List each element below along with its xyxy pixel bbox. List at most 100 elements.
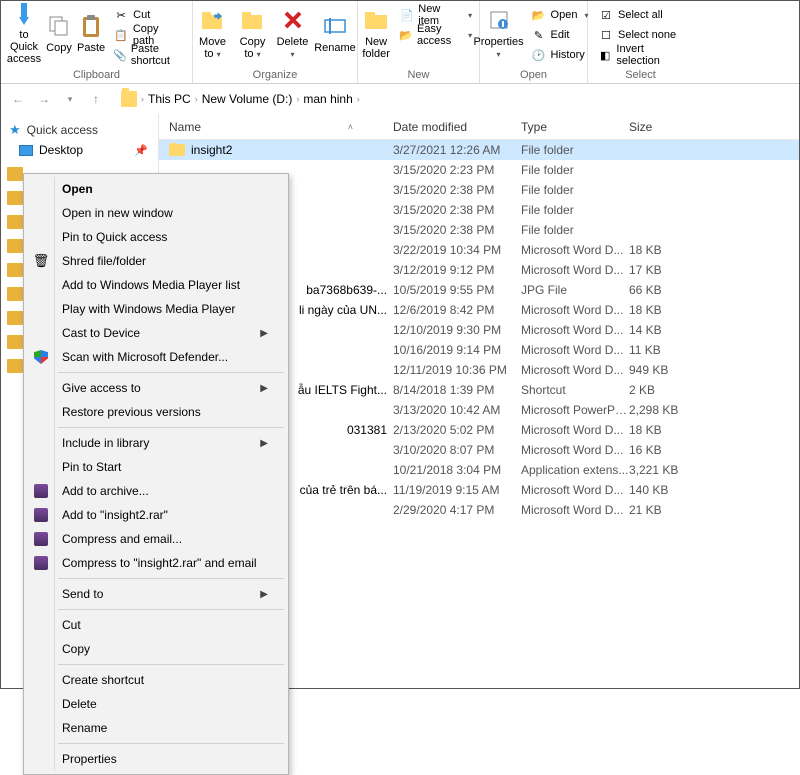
rar-icon xyxy=(32,482,50,500)
breadcrumb[interactable]: › This PC › New Volume (D:) › man hinh › xyxy=(121,91,360,107)
chevron-right-icon[interactable]: › xyxy=(296,94,299,104)
sidebar-stub[interactable] xyxy=(7,287,23,301)
cut-button[interactable]: ✂Cut xyxy=(109,5,186,25)
row-size: 140 KB xyxy=(629,483,729,497)
context-menu-item[interactable]: Send to▶ xyxy=(26,582,286,606)
sidebar-stub[interactable] xyxy=(7,191,23,205)
row-type: Application extens... xyxy=(521,463,629,477)
delete-button[interactable]: Delete ▾ xyxy=(273,3,313,63)
quick-access-header[interactable]: ★ Quick access xyxy=(1,120,158,140)
chevron-right-icon[interactable]: › xyxy=(141,94,144,104)
row-size: 18 KB xyxy=(629,243,729,257)
back-button[interactable]: ← xyxy=(7,88,29,110)
row-date: 3/27/2021 12:26 AM xyxy=(393,143,521,157)
context-menu-item[interactable]: 🗑Shred file/folder xyxy=(26,249,286,273)
sidebar-stub[interactable] xyxy=(7,311,23,325)
copy-path-button[interactable]: 📋Copy path xyxy=(109,25,186,45)
context-menu: OpenOpen in new windowPin to Quick acces… xyxy=(23,173,289,775)
select-none-button[interactable]: ☐Select none xyxy=(594,25,687,45)
new-item-icon: 📄 xyxy=(399,7,414,23)
context-menu-item[interactable]: Rename xyxy=(26,716,286,740)
context-menu-item[interactable]: Scan with Microsoft Defender... xyxy=(26,345,286,369)
context-menu-item[interactable]: Copy xyxy=(26,637,286,661)
recent-button[interactable]: ▾ xyxy=(59,88,81,110)
breadcrumb-folder[interactable]: man hinh xyxy=(303,92,352,106)
easy-access-button[interactable]: 📂Easy access▾ xyxy=(395,25,476,45)
chevron-right-icon[interactable]: › xyxy=(195,94,198,104)
context-menu-item[interactable]: Pin to Quick access xyxy=(26,225,286,249)
context-menu-item[interactable]: Cast to Device▶ xyxy=(26,321,286,345)
organize-group-label: Organize xyxy=(253,67,298,83)
sidebar-stub[interactable] xyxy=(7,239,23,253)
breadcrumb-volume[interactable]: New Volume (D:) xyxy=(202,92,293,106)
rename-button[interactable]: Rename xyxy=(313,3,358,63)
context-menu-item[interactable]: Properties xyxy=(26,747,286,771)
context-menu-label: Play with Windows Media Player xyxy=(62,302,235,316)
context-menu-item[interactable]: Compress and email... xyxy=(26,527,286,551)
paste-button[interactable]: Paste xyxy=(75,3,107,63)
pin-quick-button[interactable]: to Quick access xyxy=(5,3,43,63)
move-to-label: Move to xyxy=(199,36,226,60)
move-to-button[interactable]: Move to ▾ xyxy=(193,3,233,63)
row-type: JPG File xyxy=(521,283,629,297)
context-menu-item[interactable]: Play with Windows Media Player xyxy=(26,297,286,321)
delete-label: Delete xyxy=(277,36,309,48)
select-all-button[interactable]: ☑Select all xyxy=(594,5,687,25)
forward-button[interactable]: → xyxy=(33,88,55,110)
cut-label: Cut xyxy=(133,9,150,21)
rar-icon xyxy=(32,554,50,572)
column-size[interactable]: Size xyxy=(629,120,729,134)
row-size: 2,298 KB xyxy=(629,403,729,417)
context-menu-label: Rename xyxy=(62,721,107,735)
row-date: 8/14/2018 1:39 PM xyxy=(393,383,521,397)
context-menu-item[interactable]: Add to Windows Media Player list xyxy=(26,273,286,297)
context-menu-item[interactable]: Open xyxy=(26,177,286,201)
column-date[interactable]: Date modified xyxy=(393,120,521,134)
properties-button[interactable]: Properties ▾ xyxy=(473,3,525,63)
context-menu-item[interactable]: Compress to "insight2.rar" and email xyxy=(26,551,286,575)
context-menu-item[interactable]: Restore previous versions xyxy=(26,400,286,424)
context-menu-item[interactable]: Open in new window xyxy=(26,201,286,225)
new-item-button[interactable]: 📄New item▾ xyxy=(395,5,476,25)
open-button[interactable]: 📂Open▾ xyxy=(527,5,593,25)
context-menu-item[interactable]: Add to "insight2.rar" xyxy=(26,503,286,527)
sidebar-stub[interactable] xyxy=(7,263,23,277)
edit-label: Edit xyxy=(551,29,570,41)
context-menu-item[interactable]: Give access to▶ xyxy=(26,376,286,400)
paste-shortcut-icon: 📎 xyxy=(113,47,127,63)
context-menu-item[interactable]: Delete xyxy=(26,692,286,716)
row-date: 3/15/2020 2:38 PM xyxy=(393,203,521,217)
history-button[interactable]: 🕑History xyxy=(527,45,593,65)
table-row[interactable]: insight23/27/2021 12:26 AMFile folder xyxy=(159,140,799,160)
copy-to-button[interactable]: Copy to ▾ xyxy=(233,3,273,63)
context-menu-item[interactable]: Pin to Start xyxy=(26,455,286,479)
row-size: 66 KB xyxy=(629,283,729,297)
ribbon-group-open: Properties ▾ 📂Open▾ ✎Edit 🕑History Open xyxy=(480,1,588,83)
invert-selection-button[interactable]: ◧Invert selection xyxy=(594,45,687,65)
edit-button[interactable]: ✎Edit xyxy=(527,25,593,45)
select-none-label: Select none xyxy=(618,29,676,41)
history-label: History xyxy=(551,49,585,61)
paste-shortcut-button[interactable]: 📎Paste shortcut xyxy=(109,45,186,65)
ribbon-group-select: ☑Select all ☐Select none ◧Invert selecti… xyxy=(588,1,693,83)
row-type: Microsoft Word D... xyxy=(521,503,629,517)
sidebar-stub[interactable] xyxy=(7,215,23,229)
up-button[interactable]: ↑ xyxy=(85,88,107,110)
column-type[interactable]: Type xyxy=(521,120,629,134)
context-menu-item[interactable]: Include in library▶ xyxy=(26,431,286,455)
context-menu-label: Scan with Microsoft Defender... xyxy=(62,350,228,364)
copy-button[interactable]: Copy xyxy=(43,3,75,63)
sidebar-stub[interactable] xyxy=(7,335,23,349)
new-folder-button[interactable]: New folder xyxy=(359,3,393,63)
context-menu-item[interactable]: Add to archive... xyxy=(26,479,286,503)
context-menu-item[interactable]: Cut xyxy=(26,613,286,637)
breadcrumb-this-pc[interactable]: This PC xyxy=(148,92,191,106)
context-menu-label: Include in library xyxy=(62,436,149,450)
context-menu-item[interactable]: Create shortcut xyxy=(26,668,286,692)
chevron-right-icon[interactable]: › xyxy=(357,94,360,104)
sidebar-stub[interactable] xyxy=(7,167,23,181)
context-menu-label: Create shortcut xyxy=(62,673,144,687)
sidebar-item-desktop[interactable]: Desktop 📌 xyxy=(1,140,158,160)
column-name[interactable]: Name˄ xyxy=(159,120,393,134)
sidebar-stub[interactable] xyxy=(7,359,23,373)
